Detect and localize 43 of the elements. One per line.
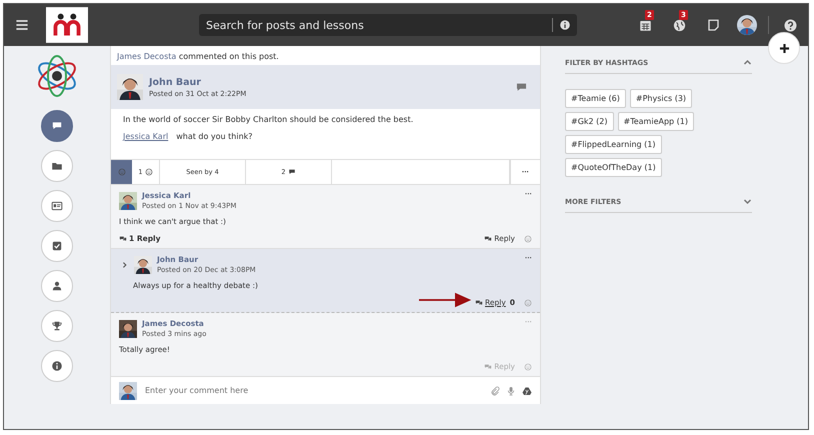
help-icon[interactable]: [782, 18, 798, 32]
collapse-icon[interactable]: [743, 58, 752, 67]
user-link[interactable]: James Decosta: [117, 52, 176, 61]
smiley-icon: [144, 168, 153, 176]
expand-icon[interactable]: [743, 197, 752, 206]
microphone-icon[interactable]: [506, 386, 516, 396]
hashtag-chip[interactable]: #QuoteOfTheDay (1): [565, 158, 662, 177]
globe-icon[interactable]: [672, 18, 686, 32]
hashtag-chip[interactable]: #Physics (3): [630, 89, 692, 108]
expand-icon[interactable]: [121, 260, 129, 268]
add-button[interactable]: [768, 32, 800, 64]
speech-bubbles-icon: [119, 234, 127, 242]
mention-text: what do you think?: [176, 132, 253, 141]
person-icon: [51, 280, 63, 292]
speech-bubbles-icon: [484, 234, 492, 242]
note-icon[interactable]: [706, 18, 720, 32]
hashtag-chip[interactable]: #FlippedLearning (1): [565, 135, 662, 154]
nav-button[interactable]: [41, 110, 73, 142]
speech-bubble-icon[interactable]: [515, 80, 528, 94]
mention-link[interactable]: Jessica Karl: [123, 132, 168, 141]
plus-icon: [778, 42, 790, 54]
activity-text: commented on this post.: [178, 52, 279, 61]
trophy-icon: [51, 320, 63, 332]
info-icon[interactable]: [559, 19, 571, 31]
atom-logo-icon[interactable]: [35, 54, 79, 98]
search-field[interactable]: Search for posts and lessons: [199, 14, 577, 36]
checkbox-icon: [51, 240, 63, 252]
speech-bubble-icon: [288, 168, 296, 176]
author-name[interactable]: John Baur: [149, 76, 515, 88]
menu-icon[interactable]: [14, 17, 30, 33]
paperclip-icon[interactable]: [490, 386, 500, 396]
smiley-icon[interactable]: [524, 234, 532, 242]
post-text: In the world of soccer Sir Bobby Charlton should be considered the best.: [123, 115, 414, 124]
folder-icon: [51, 160, 63, 172]
info-icon: [51, 360, 63, 372]
hashtag-chip[interactable]: #TeamieApp (1): [618, 112, 694, 131]
smiley-icon: [118, 168, 126, 176]
speech-bubbles-icon: [484, 362, 492, 370]
hashtag-chip[interactable]: #Teamie (6): [565, 89, 626, 108]
id-card-icon: [51, 200, 63, 212]
speech-bubbles-icon: [475, 298, 483, 306]
hashtag-chip[interactable]: #Gk2 (2): [565, 112, 614, 131]
logo-icon[interactable]: [46, 7, 88, 43]
